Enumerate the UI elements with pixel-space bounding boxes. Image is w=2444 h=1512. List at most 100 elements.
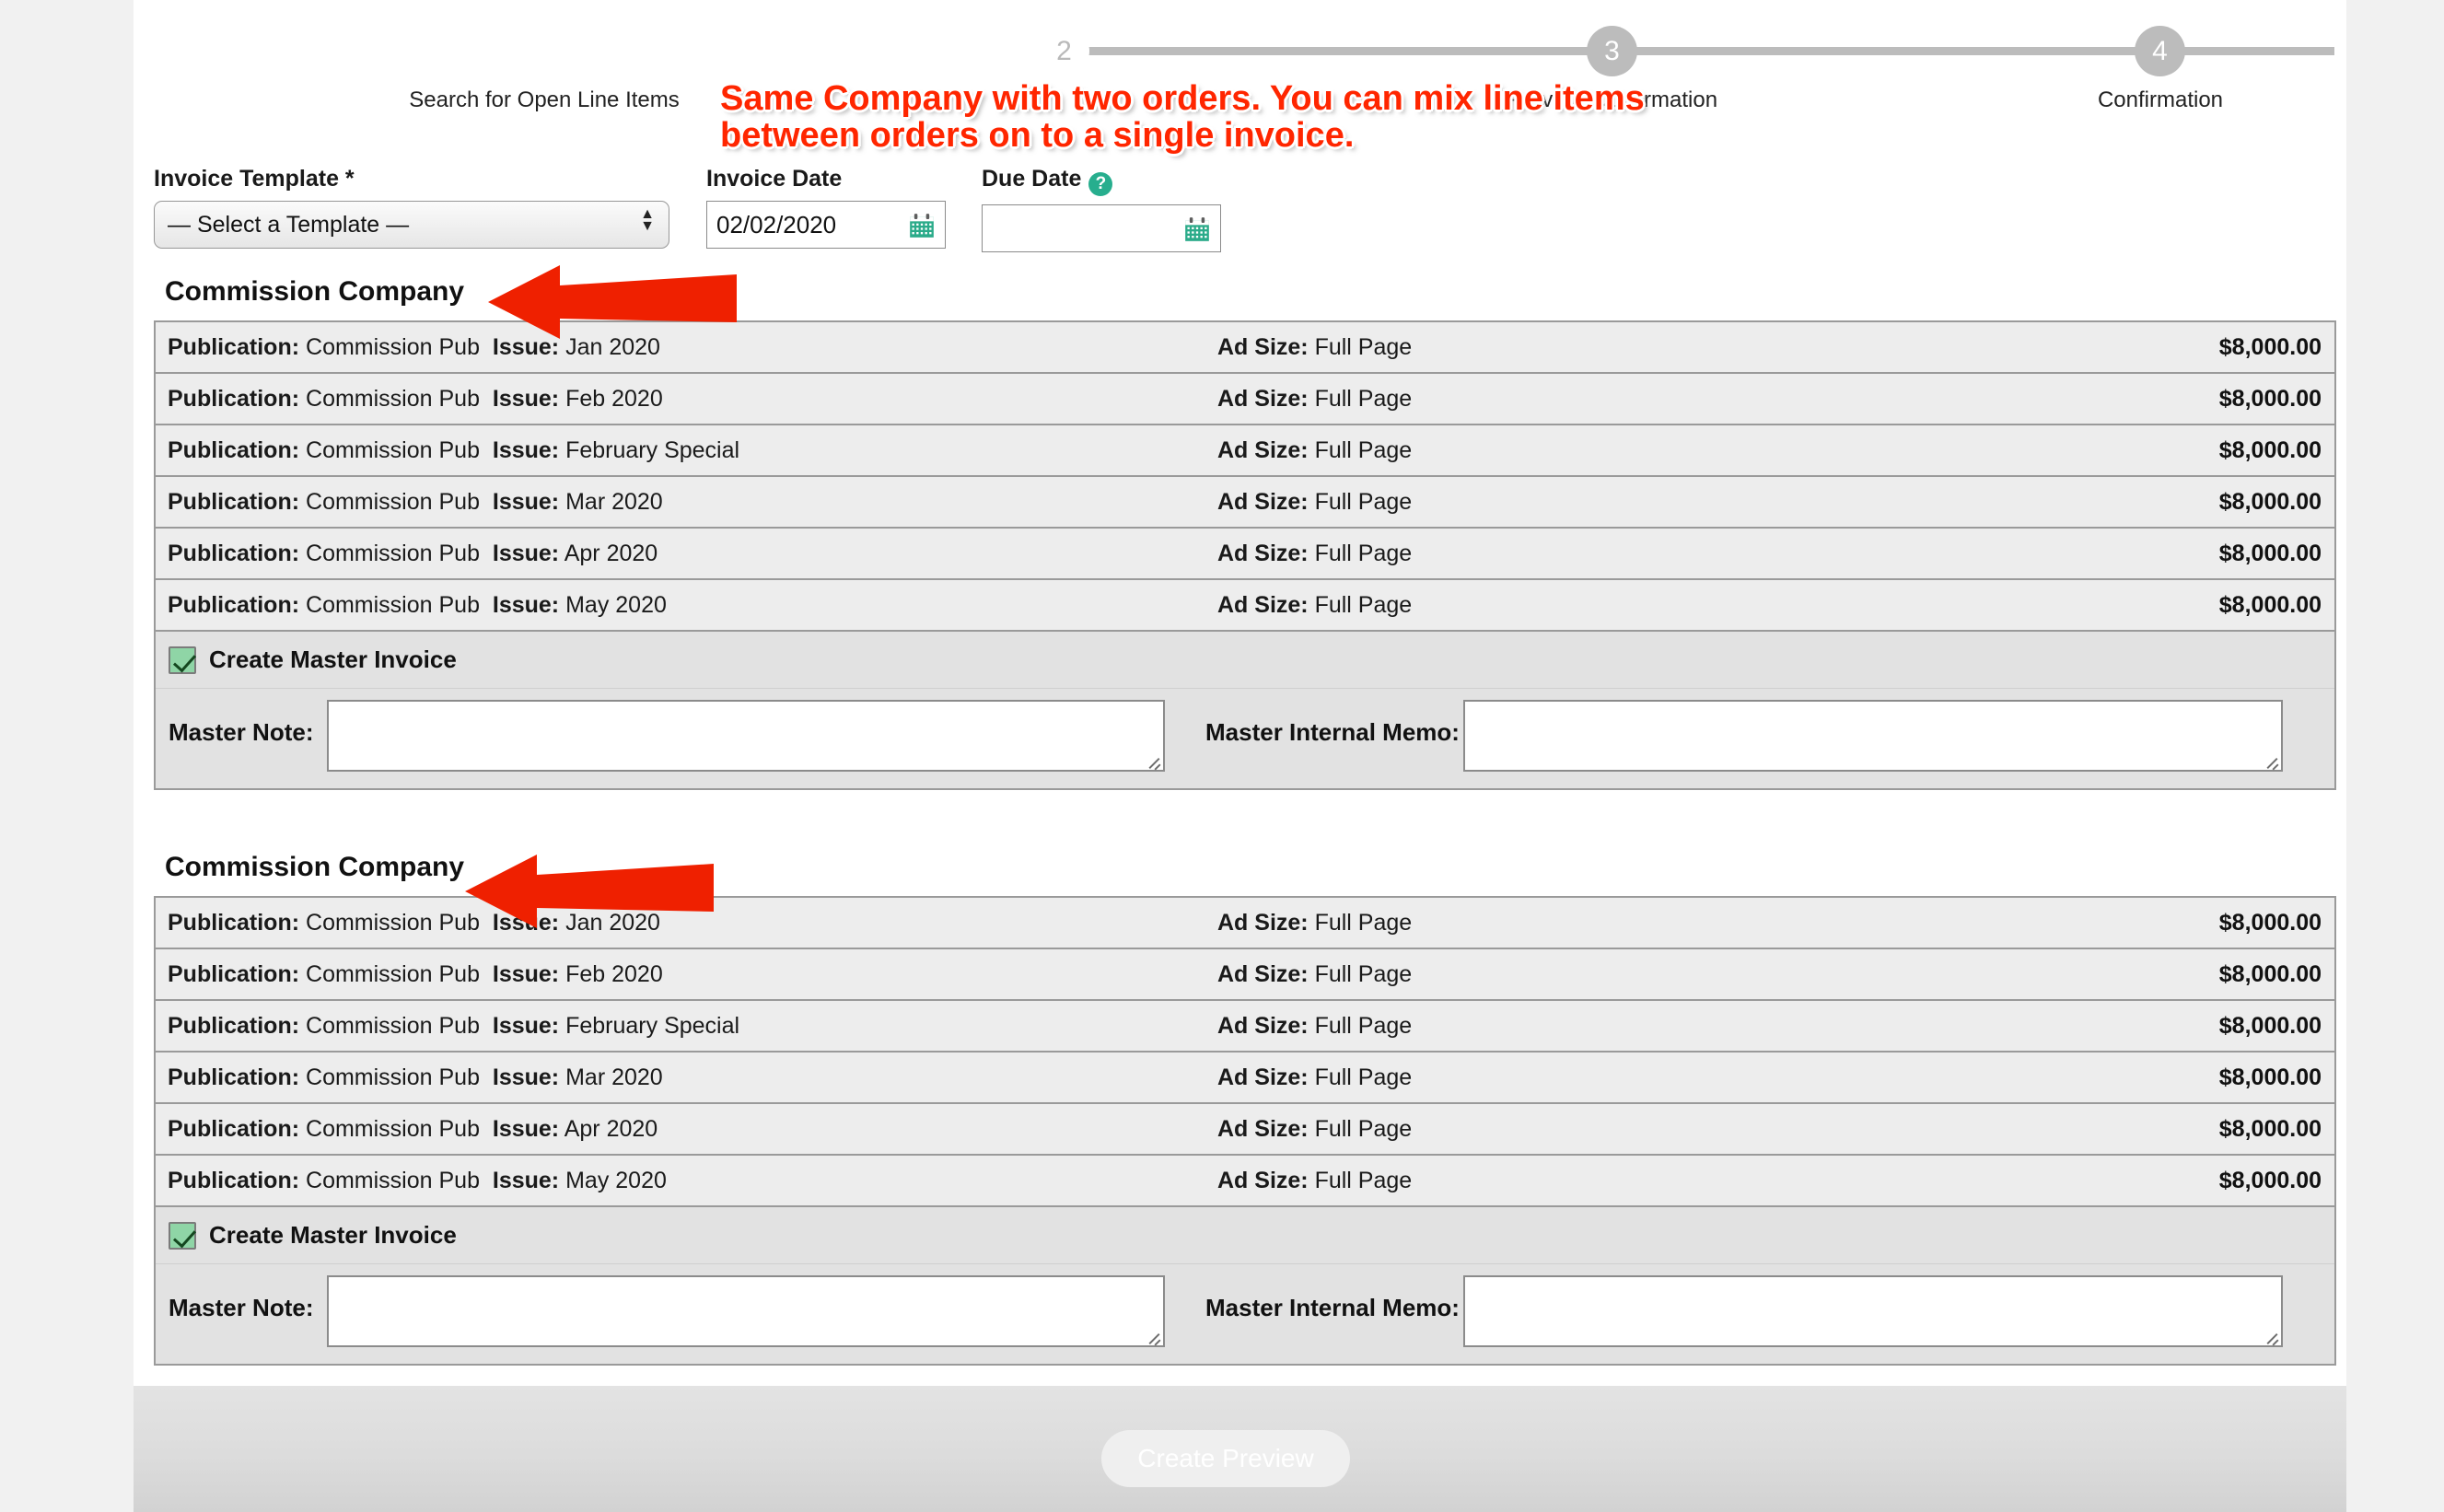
publication-cell: Publication: Commission Pub Issue: Febru… <box>168 437 739 464</box>
create-preview-button[interactable]: Create Preview <box>1101 1430 1350 1487</box>
table-row[interactable]: Publication: Commission Pub Issue: Febru… <box>156 1001 2334 1053</box>
due-date-label: Due Date <box>982 166 1081 192</box>
stepper-circle-1[interactable]: 1 <box>518 26 569 76</box>
line-items-table: Publication: Commission Pub Issue: Jan 2… <box>154 320 2336 790</box>
publication-cell: Publication: Commission Pub Issue: May 2… <box>168 1168 667 1194</box>
ad-size-cell: Ad Size: Full Page <box>1217 541 1412 567</box>
publication-cell: Publication: Commission Pub Issue: Jan 2… <box>168 334 660 361</box>
stepper-segment-1 <box>170 47 543 55</box>
ad-size-cell: Ad Size: Full Page <box>1217 1116 1412 1143</box>
create-master-invoice-label: Create Master Invoice <box>209 646 457 674</box>
stepper-circle-2[interactable]: 2 <box>1039 26 1089 76</box>
resize-grip-icon[interactable] <box>1146 753 1161 768</box>
master-notes-row: Master Note: Master Internal Memo: <box>156 1264 2334 1364</box>
ad-size-cell: Ad Size: Full Page <box>1217 1013 1412 1040</box>
amount-cell: $8,000.00 <box>2219 910 2322 936</box>
calendar-icon[interactable] <box>909 213 935 238</box>
table-row[interactable]: Publication: Commission Pub Issue: Mar 2… <box>156 477 2334 529</box>
invoice-template-field: Invoice Template * — Select a Template —… <box>154 166 669 249</box>
table-row[interactable]: Publication: Commission Pub Issue: May 2… <box>156 580 2334 632</box>
ad-size-cell: Ad Size: Full Page <box>1217 334 1412 361</box>
invoice-date-field: Invoice Date 02/02/2020 <box>706 166 946 249</box>
master-note-textarea[interactable] <box>327 1275 1165 1347</box>
amount-cell: $8,000.00 <box>2219 1064 2322 1091</box>
company-name-heading: Commission Company <box>165 276 2336 308</box>
publication-cell: Publication: Commission Pub Issue: Apr 2… <box>168 541 658 567</box>
publication-cell: Publication: Commission Pub Issue: May 2… <box>168 592 667 619</box>
ad-size-cell: Ad Size: Full Page <box>1217 592 1412 619</box>
invoice-wizard-page: 1 2 3 4 Search for Open Line Items Previ… <box>0 0 2444 1512</box>
create-master-invoice-row[interactable]: Create Master Invoice <box>156 1207 2334 1264</box>
company-name-heading: Commission Company <box>165 852 2336 883</box>
amount-cell: $8,000.00 <box>2219 961 2322 988</box>
master-note-textarea[interactable] <box>327 700 1165 772</box>
publication-cell: Publication: Commission Pub Issue: Febru… <box>168 1013 739 1040</box>
resize-grip-icon[interactable] <box>1146 1329 1161 1343</box>
ad-size-cell: Ad Size: Full Page <box>1217 437 1412 464</box>
master-note-label: Master Note: <box>169 700 327 747</box>
amount-cell: $8,000.00 <box>2219 541 2322 567</box>
stepper-circle-4[interactable]: 4 <box>2135 26 2185 76</box>
invoice-date-input[interactable]: 02/02/2020 <box>706 201 946 249</box>
create-master-invoice-checkbox[interactable] <box>169 646 196 674</box>
create-master-invoice-label: Create Master Invoice <box>209 1221 457 1250</box>
table-row[interactable]: Publication: Commission Pub Issue: Jan 2… <box>156 898 2334 949</box>
table-row[interactable]: Publication: Commission Pub Issue: May 2… <box>156 1156 2334 1207</box>
ad-size-cell: Ad Size: Full Page <box>1217 1168 1412 1194</box>
table-row[interactable]: Publication: Commission Pub Issue: Feb 2… <box>156 374 2334 425</box>
master-note-label: Master Note: <box>169 1275 327 1322</box>
master-internal-memo-label: Master Internal Memo: <box>1200 700 1463 747</box>
invoice-template-label: Invoice Template * <box>154 166 669 192</box>
order-section-2: Commission Company Publication: Commissi… <box>154 852 2336 1366</box>
publication-cell: Publication: Commission Pub Issue: Mar 2… <box>168 1064 663 1091</box>
order-section-1: Commission Company Publication: Commissi… <box>154 276 2336 790</box>
master-notes-row: Master Note: Master Internal Memo: <box>156 689 2334 788</box>
table-row[interactable]: Publication: Commission Pub Issue: Feb 2… <box>156 949 2334 1001</box>
ad-size-cell: Ad Size: Full Page <box>1217 489 1412 516</box>
due-date-input[interactable] <box>982 204 1221 252</box>
amount-cell: $8,000.00 <box>2219 1116 2322 1143</box>
amount-cell: $8,000.00 <box>2219 334 2322 361</box>
stepper-segment-3 <box>1064 47 1612 55</box>
table-row[interactable]: Publication: Commission Pub Issue: Febru… <box>156 425 2334 477</box>
wizard-stepper: 1 2 3 4 Search for Open Line Items Previ… <box>134 0 2346 129</box>
stepper-segment-2 <box>543 47 1064 55</box>
table-row[interactable]: Publication: Commission Pub Issue: Apr 2… <box>156 1104 2334 1156</box>
invoice-template-select[interactable]: — Select a Template — <box>154 201 669 249</box>
publication-cell: Publication: Commission Pub Issue: Feb 2… <box>168 386 663 413</box>
create-master-invoice-checkbox[interactable] <box>169 1222 196 1250</box>
stepper-label-4: Confirmation <box>2098 87 2223 113</box>
stepper-label-3: Preview Confirmation <box>1507 87 1717 113</box>
due-date-field: Due Date? <box>982 166 1221 252</box>
calendar-icon[interactable] <box>1184 216 1210 242</box>
ad-size-cell: Ad Size: Full Page <box>1217 1064 1412 1091</box>
publication-cell: Publication: Commission Pub Issue: Jan 2… <box>168 910 660 936</box>
invoice-date-label: Invoice Date <box>706 166 946 192</box>
resize-grip-icon[interactable] <box>2264 1329 2279 1343</box>
stepper-segment-4 <box>1612 47 2159 55</box>
ad-size-cell: Ad Size: Full Page <box>1217 961 1412 988</box>
amount-cell: $8,000.00 <box>2219 1013 2322 1040</box>
amount-cell: $8,000.00 <box>2219 592 2322 619</box>
table-row[interactable]: Publication: Commission Pub Issue: Apr 2… <box>156 529 2334 580</box>
amount-cell: $8,000.00 <box>2219 386 2322 413</box>
line-items-table: Publication: Commission Pub Issue: Jan 2… <box>154 896 2336 1366</box>
amount-cell: $8,000.00 <box>2219 437 2322 464</box>
stepper-label-1: Search for Open Line Items <box>409 87 679 113</box>
publication-cell: Publication: Commission Pub Issue: Mar 2… <box>168 489 663 516</box>
master-internal-memo-textarea[interactable] <box>1463 700 2283 772</box>
table-row[interactable]: Publication: Commission Pub Issue: Jan 2… <box>156 322 2334 374</box>
amount-cell: $8,000.00 <box>2219 1168 2322 1194</box>
create-master-invoice-row[interactable]: Create Master Invoice <box>156 632 2334 689</box>
invoice-date-value: 02/02/2020 <box>707 211 836 239</box>
due-date-label-wrap: Due Date? <box>982 166 1221 196</box>
stepper-segment-5 <box>2159 47 2334 55</box>
question-mark-icon[interactable]: ? <box>1088 172 1112 196</box>
ad-size-cell: Ad Size: Full Page <box>1217 910 1412 936</box>
master-internal-memo-textarea[interactable] <box>1463 1275 2283 1347</box>
stepper-circle-3[interactable]: 3 <box>1587 26 1637 76</box>
table-row[interactable]: Publication: Commission Pub Issue: Mar 2… <box>156 1053 2334 1104</box>
resize-grip-icon[interactable] <box>2264 753 2279 768</box>
amount-cell: $8,000.00 <box>2219 489 2322 516</box>
publication-cell: Publication: Commission Pub Issue: Apr 2… <box>168 1116 658 1143</box>
